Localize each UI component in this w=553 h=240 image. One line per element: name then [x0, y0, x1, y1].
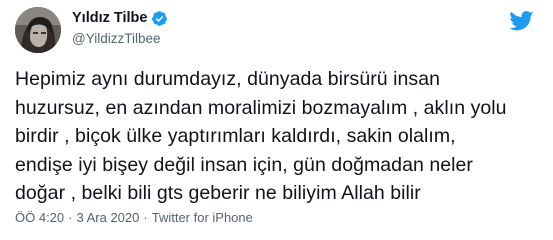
- tweet-source[interactable]: Twitter for iPhone: [152, 209, 253, 227]
- tweet-date[interactable]: 3 Ara 2020: [76, 209, 139, 227]
- tweet-time[interactable]: ÖÖ 4:20: [15, 209, 64, 227]
- user-info: Yıldız Tilbe @YildizzTilbee: [72, 8, 168, 49]
- display-name[interactable]: Yıldız Tilbe: [72, 8, 147, 28]
- user-handle[interactable]: @YildizzTilbee: [72, 29, 168, 49]
- avatar[interactable]: [15, 7, 61, 53]
- verified-badge-icon: [151, 10, 168, 27]
- tweet-card: Yıldız Tilbe @YildizzTilbee Hepimiz aynı…: [0, 0, 553, 240]
- profile-avatar-image: [15, 7, 61, 53]
- tweet-meta: ÖÖ 4:20 · 3 Ara 2020 · Twitter for iPhone: [15, 209, 253, 227]
- name-row: Yıldız Tilbe: [72, 8, 168, 28]
- meta-separator: ·: [68, 210, 73, 225]
- twitter-bird-icon[interactable]: [509, 11, 534, 31]
- meta-separator-2: ·: [143, 210, 148, 225]
- tweet-text: Hepimiz aynı durumdayız, dünyada birsürü…: [15, 68, 507, 204]
